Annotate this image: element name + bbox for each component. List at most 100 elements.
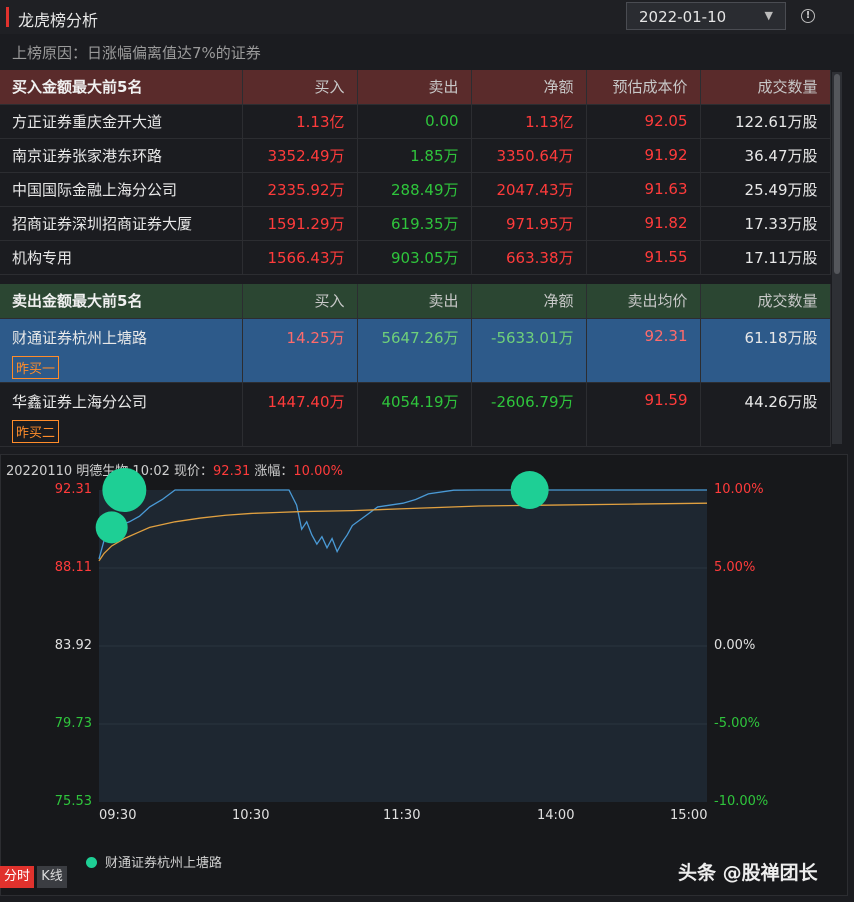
- broker-name: 南京证券张家港东环路: [0, 138, 243, 173]
- sell-amount: 619.35万: [357, 206, 472, 241]
- col-header[interactable]: 成交数量: [700, 284, 831, 319]
- cost-price: 91.82: [586, 206, 701, 241]
- sell-amount: 5647.26万: [357, 318, 472, 383]
- y-left-tick: 79.73: [54, 716, 92, 731]
- volume: 25.49万股: [700, 172, 831, 207]
- net-amount: 971.95万: [471, 206, 587, 241]
- col-header[interactable]: 净额: [471, 70, 587, 105]
- chart-info-prefix: 20220110 明德生物 10:02 现价：: [6, 464, 214, 479]
- y-left-tick: 75.53: [54, 794, 92, 809]
- pct-label: 涨幅：: [254, 464, 294, 479]
- col-header[interactable]: 买入: [242, 284, 358, 319]
- buy-amount: 1591.29万: [242, 206, 358, 241]
- x-tick: 14:00: [537, 808, 575, 823]
- col-header: 卖出金额最大前5名: [0, 284, 243, 319]
- buy-table: 买入金额最大前5名 买入 卖出 净额 预估成本价 成交数量 方正证券重庆金开大道…: [0, 70, 831, 275]
- sell-amount: 288.49万: [357, 172, 472, 207]
- table-row[interactable]: 招商证券深圳招商证券大厦 1591.29万 619.35万 971.95万 91…: [0, 206, 831, 241]
- table-row[interactable]: 方正证券重庆金开大道 1.13亿 0.00 1.13亿 92.05 122.61…: [0, 104, 831, 139]
- col-header[interactable]: 买入: [242, 70, 358, 105]
- volume: 61.18万股: [700, 318, 831, 383]
- broker-name: 招商证券深圳招商证券大厦: [0, 206, 243, 241]
- col-header[interactable]: 卖出: [357, 284, 472, 319]
- x-tick: 10:30: [232, 808, 270, 823]
- y-left-tick: 83.92: [54, 638, 92, 653]
- avg-sell-price: 92.31: [586, 318, 701, 383]
- col-header: 买入金额最大前5名: [0, 70, 243, 105]
- legend-dot: [86, 857, 97, 868]
- buy-amount: 1.13亿: [242, 104, 358, 139]
- sell-table: 卖出金额最大前5名 买入 卖出 净额 卖出均价 成交数量 财通证券杭州上塘路 昨…: [0, 284, 831, 447]
- tab-kline[interactable]: K线: [37, 866, 67, 888]
- volume: 36.47万股: [700, 138, 831, 173]
- volume: 17.33万股: [700, 206, 831, 241]
- volume: 44.26万股: [700, 382, 831, 447]
- broker-cell: 华鑫证券上海分公司 昨买二: [0, 382, 243, 447]
- x-tick: 11:30: [383, 808, 421, 823]
- avg-sell-price: 91.59: [586, 382, 701, 447]
- buy-amount: 3352.49万: [242, 138, 358, 173]
- col-header[interactable]: 卖出: [357, 70, 472, 105]
- col-header[interactable]: 预估成本价: [586, 70, 701, 105]
- date-selector[interactable]: 2022-01-10 ▼: [626, 2, 786, 30]
- buy-amount: 2335.92万: [242, 172, 358, 207]
- broker-name: 方正证券重庆金开大道: [0, 104, 243, 139]
- yesterday-buy-tag: 昨买二: [12, 419, 60, 443]
- sell-amount: 4054.19万: [357, 382, 472, 447]
- sell-amount: 0.00: [357, 104, 472, 139]
- date-value: 2022-01-10: [639, 8, 727, 26]
- cost-price: 91.92: [586, 138, 701, 173]
- pct-change: 10.00%: [293, 464, 343, 479]
- header-bar: 龙虎榜分析 2022-01-10 ▼ !: [0, 0, 854, 34]
- info-icon[interactable]: !: [801, 9, 815, 23]
- x-tick: 15:00: [670, 808, 708, 823]
- chevron-down-icon: ▼: [764, 9, 773, 22]
- cost-price: 91.55: [586, 240, 701, 275]
- broker-name: 中国国际金融上海分公司: [0, 172, 243, 207]
- y-left-tick: 92.31: [54, 482, 92, 497]
- table-row[interactable]: 华鑫证券上海分公司 昨买二 1447.40万 4054.19万 -2606.79…: [0, 382, 831, 447]
- title-accent: [6, 7, 9, 27]
- y-right-tick: -5.00%: [714, 716, 760, 731]
- yesterday-buy-tag: 昨买一: [12, 355, 60, 379]
- col-header[interactable]: 净额: [471, 284, 587, 319]
- y-right-tick: 5.00%: [714, 560, 756, 575]
- buy-amount: 1447.40万: [242, 382, 358, 447]
- watermark: 头条 @股禅团长: [678, 862, 818, 884]
- buy-table-header: 买入金额最大前5名 买入 卖出 净额 预估成本价 成交数量: [0, 70, 831, 105]
- scrollbar[interactable]: [832, 72, 842, 444]
- table-row[interactable]: 中国国际金融上海分公司 2335.92万 288.49万 2047.43万 91…: [0, 172, 831, 207]
- y-right-tick: 0.00%: [714, 638, 756, 653]
- sell-amount: 1.85万: [357, 138, 472, 173]
- col-header[interactable]: 卖出均价: [586, 284, 701, 319]
- y-right-tick: 10.00%: [714, 482, 764, 497]
- table-row[interactable]: 机构专用 1566.43万 903.05万 663.38万 91.55 17.1…: [0, 240, 831, 275]
- current-price: 92.31: [213, 464, 251, 479]
- col-header[interactable]: 成交数量: [700, 70, 831, 105]
- chart-panel: [0, 454, 848, 896]
- table-row[interactable]: 南京证券张家港东环路 3352.49万 1.85万 3350.64万 91.92…: [0, 138, 831, 173]
- legend-label: 财通证券杭州上塘路: [105, 856, 223, 871]
- buy-amount: 14.25万: [242, 318, 358, 383]
- broker-cell: 财通证券杭州上塘路 昨买一: [0, 318, 243, 383]
- net-amount: -2606.79万: [471, 382, 587, 447]
- broker-name: 财通证券杭州上塘路: [12, 328, 148, 347]
- reason-text: 上榜原因：日涨幅偏离值达7%的证券: [12, 44, 261, 62]
- broker-name: 机构专用: [0, 240, 243, 275]
- table-row-selected[interactable]: 财通证券杭州上塘路 昨买一 14.25万 5647.26万 -5633.01万 …: [0, 318, 831, 383]
- net-amount: 1.13亿: [471, 104, 587, 139]
- y-left-tick: 88.11: [54, 560, 92, 575]
- net-amount: 2047.43万: [471, 172, 587, 207]
- net-amount: 3350.64万: [471, 138, 587, 173]
- net-amount: -5633.01万: [471, 318, 587, 383]
- volume: 17.11万股: [700, 240, 831, 275]
- broker-name: 华鑫证券上海分公司: [12, 392, 148, 411]
- sell-table-header: 卖出金额最大前5名 买入 卖出 净额 卖出均价 成交数量: [0, 284, 831, 319]
- scrollbar-thumb[interactable]: [834, 74, 840, 274]
- y-right-tick: -10.00%: [714, 794, 769, 809]
- cost-price: 92.05: [586, 104, 701, 139]
- chart-info: 20220110 明德生物 10:02 现价：92.31 涨幅：10.00%: [6, 460, 343, 479]
- buy-amount: 1566.43万: [242, 240, 358, 275]
- net-amount: 663.38万: [471, 240, 587, 275]
- tab-intraday[interactable]: 分时: [0, 866, 34, 888]
